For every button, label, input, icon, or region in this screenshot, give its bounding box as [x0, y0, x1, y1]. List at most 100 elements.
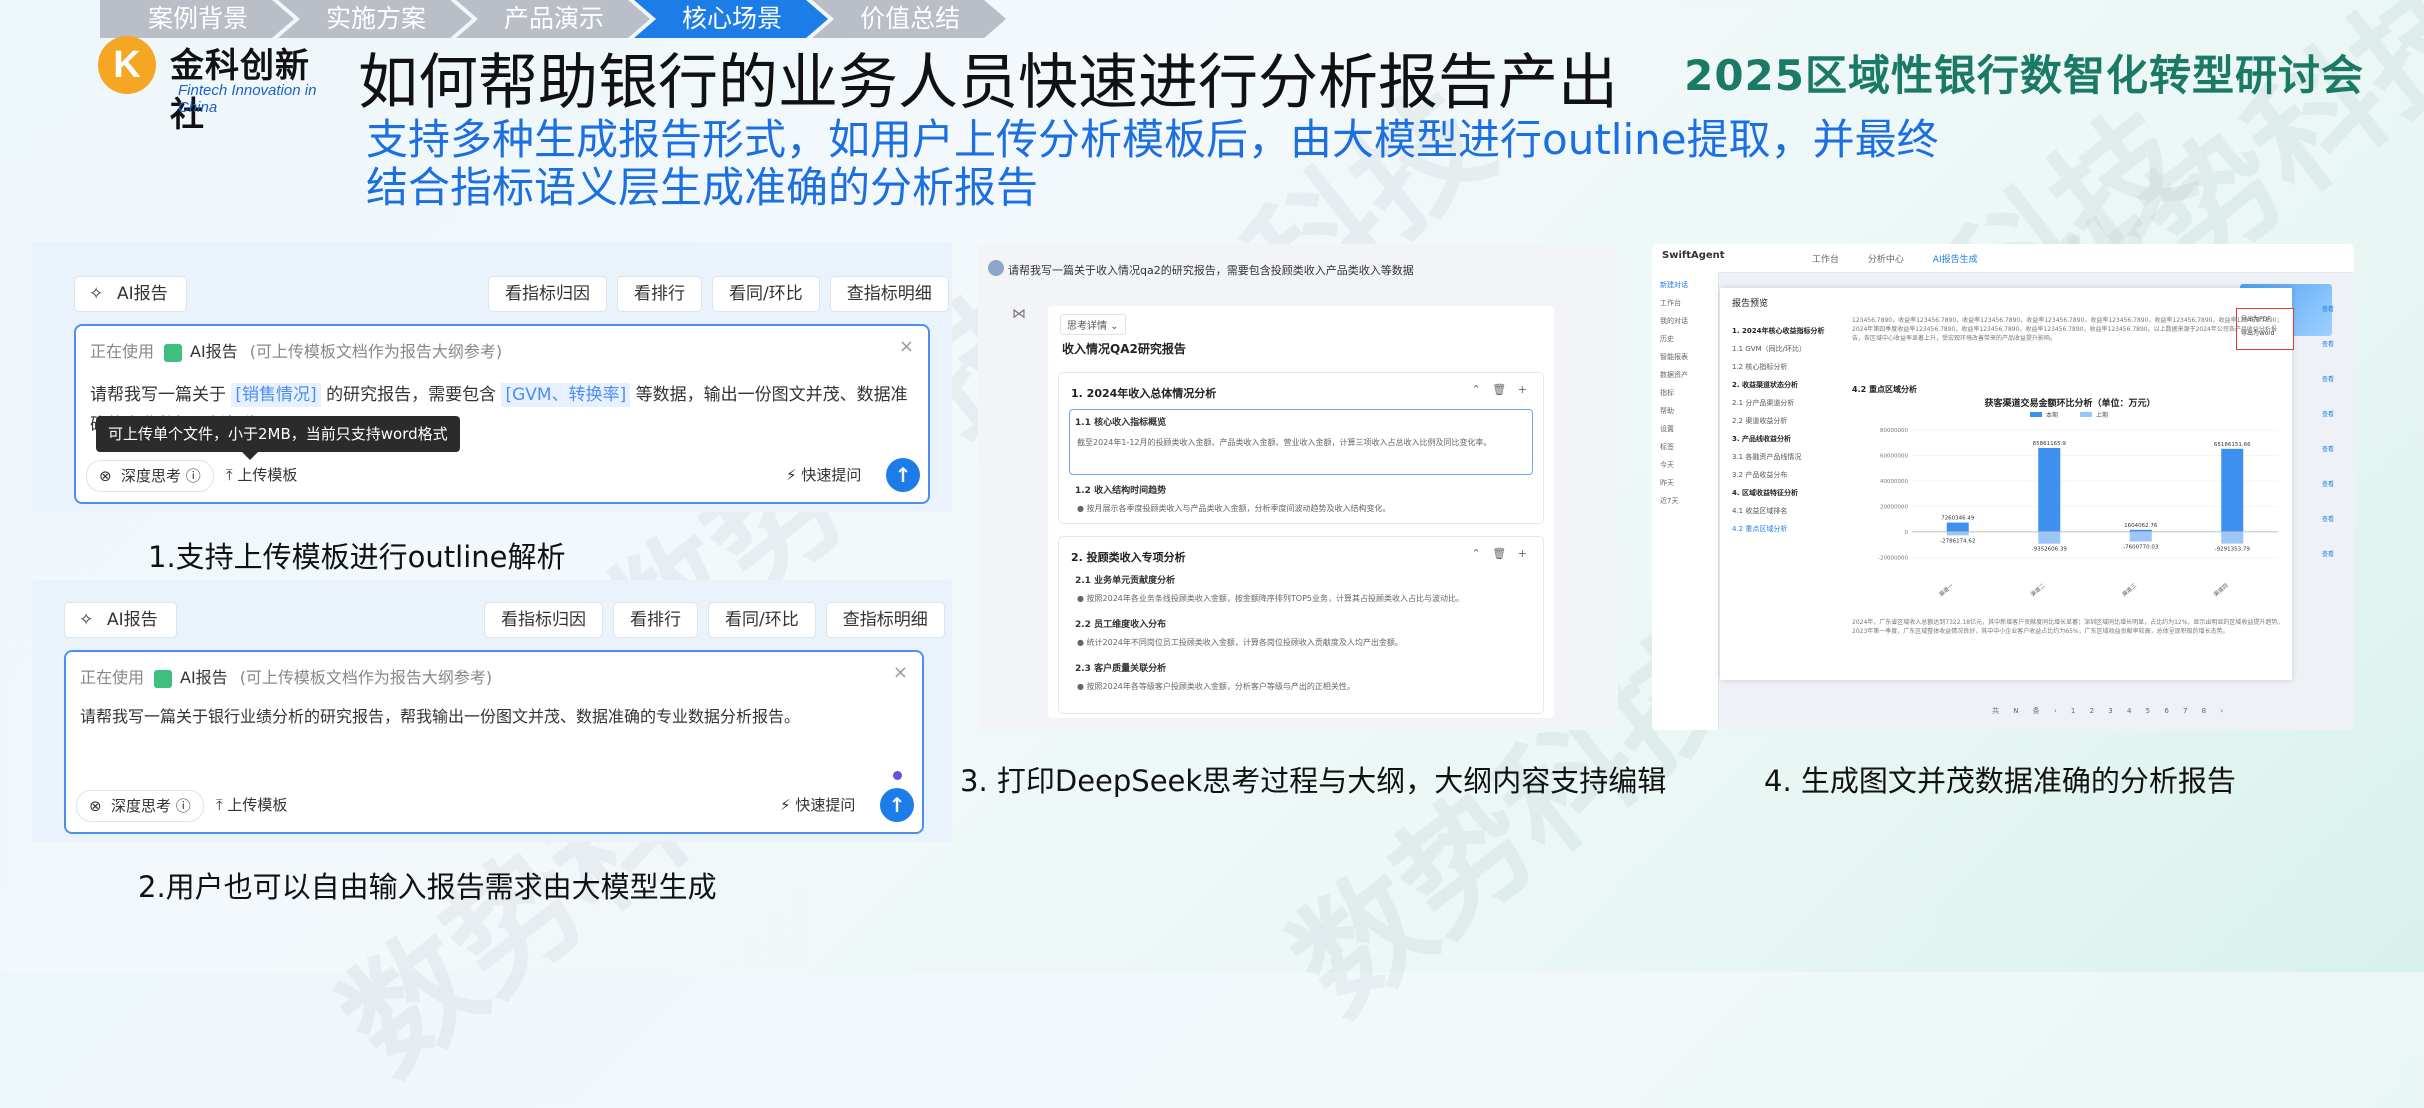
view-link[interactable]: 查看 [2322, 479, 2346, 488]
sidebar-item[interactable]: 智能报表 [1660, 352, 1718, 362]
view-link[interactable]: 查看 [2322, 409, 2346, 418]
ai-report-tag[interactable]: ✧ AI报告 [64, 602, 177, 638]
sidebar-item[interactable]: 新建对话 [1660, 280, 1718, 290]
toc-item[interactable]: 1.1 GVM（同比/环比） [1732, 344, 1844, 354]
sidebar-item[interactable]: 设置 [1660, 424, 1718, 434]
outline-section-card[interactable]: 1. 2024年收入总体情况分析 ⌃ 🗑 + 1.1 核心收入指标概览 截至20… [1058, 372, 1544, 524]
toc-item[interactable]: 4. 区域收益特征分析 [1732, 488, 1844, 498]
tab-ai-report[interactable]: AI报告生成 [1933, 255, 1978, 265]
toc-item[interactable]: 2.1 分产品渠道分析 [1732, 398, 1844, 408]
quick-button-yoy[interactable]: 看同/环比 [708, 602, 816, 638]
upload-template-button[interactable]: ⤒ 上传模板 [226, 460, 297, 490]
caption-4: 4. 生成图文并茂数据准确的分析报告 [1764, 764, 2236, 798]
deep-think-toggle[interactable]: ⊗ 深度思考 ⓘ [86, 460, 214, 492]
data-label: -9352606.39 [2032, 547, 2068, 553]
quick-buttons: 看指标归因 看排行 看同/环比 查指标明细 [484, 602, 945, 638]
toc-item[interactable]: 4.1 收益区域排名 [1732, 506, 1844, 516]
prompt-editor[interactable]: 正在使用 AI报告 (可上传模板文档作为报告大纲参考) × 请帮我写一篇关于 [销售… [74, 324, 930, 504]
view-link[interactable]: 查看 [2322, 304, 2346, 313]
x-tick-label: 渠道二 [2029, 581, 2047, 598]
send-icon[interactable]: ↑ [886, 458, 920, 492]
send-icon[interactable]: ↑ [880, 788, 914, 822]
view-links: 查看 查看 查看 查看 查看 查看 查看 查看 [2322, 304, 2346, 584]
data-label: 7260346.49 [1941, 516, 1975, 522]
section-actions[interactable]: ⌃ 🗑 + [1472, 547, 1531, 560]
thinking-dropdown[interactable]: 思考详情 ⌄ [1060, 314, 1126, 335]
y-tick-label: 80000000 [1880, 428, 1908, 434]
quick-button-yoy[interactable]: 看同/环比 [712, 276, 820, 312]
variable-tag[interactable]: [销售情况] [231, 383, 321, 407]
toc-item[interactable]: 3.2 产品收益分布 [1732, 470, 1844, 480]
outline-section-card[interactable]: 2. 投顾类收入专项分析 ⌃ 🗑 + 2.1 业务单元贡献度分析 ● 按照202… [1058, 536, 1544, 714]
tab-workbench[interactable]: 工作台 [1812, 255, 1839, 265]
sidebar-item[interactable]: 帮助 [1660, 406, 1718, 416]
sidebar-item: 今天 [1660, 461, 1674, 469]
quick-button-ranking[interactable]: 看排行 [617, 276, 702, 312]
toc-item[interactable]: 1. 2024年核心收益指标分析 [1732, 326, 1844, 336]
tab-analysis[interactable]: 分析中心 [1868, 255, 1904, 265]
quick-button-attribution[interactable]: 看指标归因 [484, 602, 603, 638]
quick-button-detail[interactable]: 查指标明细 [825, 602, 945, 638]
legend-swatch [2080, 412, 2092, 417]
view-link[interactable]: 查看 [2322, 339, 2346, 348]
toc-item[interactable]: 4.2 重点区域分析 [1732, 524, 1844, 534]
nav-item-summary[interactable]: 价值总结 [812, 0, 1006, 38]
prompt-text[interactable]: 请帮我写一篇关于银行业绩分析的研究报告，帮我输出一份图文并茂、数据准确的专业数据… [80, 702, 908, 732]
report-title: 报告预览 [1732, 299, 1769, 309]
logo-mark: K [98, 36, 156, 94]
toc-item[interactable]: 2. 收益渠道状态分析 [1732, 380, 1844, 390]
sidebar-item[interactable]: 工作台 [1660, 298, 1718, 308]
sidebar-item[interactable]: 数据资产 [1660, 370, 1718, 380]
quick-button-detail[interactable]: 查指标明细 [829, 276, 949, 312]
toc-item[interactable]: 3.1 各融资产品线情况 [1732, 452, 1844, 462]
bar [2221, 448, 2244, 532]
quick-ask-button[interactable]: ⚡ 快速提问 [780, 790, 855, 820]
quick-button-ranking[interactable]: 看排行 [613, 602, 698, 638]
toc-item[interactable]: 2.2 渠道收益分析 [1732, 416, 1844, 426]
nav-item-demo[interactable]: 产品演示 [456, 0, 650, 38]
toc-item[interactable]: 1.2 核心指标分析 [1732, 362, 1844, 372]
sidebar-item[interactable]: 标签 [1660, 442, 1718, 452]
toc-item[interactable]: 3. 产品线收益分析 [1732, 434, 1844, 444]
view-link[interactable]: 查看 [2322, 444, 2346, 453]
agent-icon [164, 343, 183, 362]
quick-button-attribution[interactable]: 看指标归因 [488, 276, 607, 312]
section-actions[interactable]: ⌃ 🗑 + [1472, 383, 1531, 396]
ai-report-tag[interactable]: ✧ AI报告 [74, 276, 187, 312]
sidebar-item[interactable]: 我的对话 [1660, 316, 1718, 326]
quick-buttons: 看指标归因 看排行 看同/环比 查指标明细 [488, 276, 949, 312]
close-icon[interactable]: × [893, 662, 908, 683]
bar [2129, 531, 2152, 542]
deep-think-toggle[interactable]: ⊗ 深度思考 ⓘ [76, 790, 204, 822]
view-link[interactable]: 查看 [2322, 374, 2346, 383]
quick-ask-button[interactable]: ⚡ 快速提问 [786, 460, 861, 490]
caption-3: 3. 打印DeepSeek思考过程与大纲，大纲内容支持编辑 [960, 764, 1667, 798]
y-tick-label: -20000000 [1878, 555, 1908, 561]
app-tabs: 工作台 分析中心 AI报告生成 [1812, 252, 2004, 265]
report-paragraph: 123456.7890，收益率123456.7890，收益率123456.789… [1852, 317, 2283, 342]
data-label: 65186151.66 [2214, 442, 2251, 448]
sidebar-item[interactable]: 指标 [1660, 388, 1718, 398]
subsection-title: 2.3 客户质量关联分析 [1075, 664, 1167, 674]
y-tick-label: 60000000 [1880, 453, 1908, 459]
pagination[interactable]: 共 N 条 ‹ 1 2 3 4 5 6 7 8 › [1992, 706, 2229, 716]
x-tick-label: 渠道四 [2212, 581, 2230, 598]
view-link[interactable]: 查看 [2322, 514, 2346, 523]
subsection-text[interactable]: 截至2024年1-12月的投顾类收入金额、产品类收入金额、营业收入金额，计算三项… [1077, 437, 1492, 448]
upload-template-button[interactable]: ⤒ 上传模板 [216, 790, 287, 820]
caption-1: 1.支持上传模板进行outline解析 [148, 540, 566, 574]
variable-tag[interactable]: [GVM、转换率] [501, 383, 631, 407]
close-icon[interactable]: × [899, 336, 914, 357]
app-sidebar: 新建对话 工作台 我的对话 历史 智能报表 数据资产 指标 帮助 设置 标签 今… [1652, 272, 1719, 730]
subsection-text: ● 按照2024年各业务条线投顾类收入金额，按金额降序排列TOP5业务，计算其占… [1077, 594, 1464, 603]
nav-item-core-scenario[interactable]: 核心场景 [634, 0, 828, 38]
event-name: 2025区域性银行数智化转型研讨会 [1684, 51, 2364, 100]
view-link[interactable]: 查看 [2322, 549, 2346, 558]
subsection-title: 2.2 员工维度收入分布 [1075, 620, 1167, 630]
user-avatar [988, 260, 1004, 276]
subsection-text: ● 统计2024年不同岗位员工投顾类收入金额，计算各岗位投顾收入贡献度及人均产出… [1077, 638, 1403, 647]
sidebar-item[interactable]: 历史 [1660, 334, 1718, 344]
agent-header: 正在使用 AI报告 (可上传模板文档作为报告大纲参考) [90, 342, 503, 362]
legend-label: 本期 [2046, 411, 2058, 419]
prompt-editor[interactable]: 正在使用 AI报告 (可上传模板文档作为报告大纲参考) × 请帮我写一篇关于银行业绩… [64, 650, 924, 834]
